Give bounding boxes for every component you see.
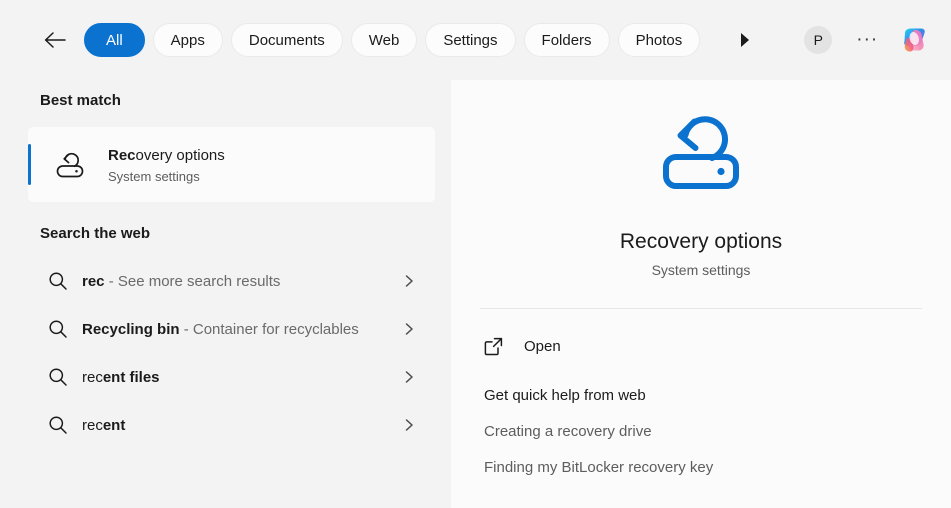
- avatar-initial: P: [814, 32, 823, 48]
- search-icon: [40, 271, 76, 291]
- best-match-title-rest: overy options: [136, 147, 225, 164]
- preview-subtitle: System settings: [451, 262, 951, 278]
- best-match-text: Recovery options System settings: [108, 146, 225, 184]
- web-result-label: recent files: [76, 367, 451, 388]
- copilot-button[interactable]: [898, 23, 932, 57]
- web-result-label: recent: [76, 415, 451, 436]
- search-filter-bar: All Apps Documents Web Settings Folders …: [0, 0, 951, 80]
- filter-tab-photos[interactable]: Photos: [618, 23, 701, 57]
- filter-tab-folders[interactable]: Folders: [524, 23, 610, 57]
- quick-help-heading: Get quick help from web: [451, 387, 951, 404]
- filter-tab-web[interactable]: Web: [351, 23, 418, 57]
- search-results-pane: Best match Recovery options System setti…: [0, 80, 451, 508]
- filter-tab-apps-label: Apps: [171, 32, 205, 49]
- web-result-label: Recycling bin - Container for recyclable…: [76, 319, 451, 340]
- chevron-right-solid-icon: [739, 32, 751, 48]
- filter-tab-web-label: Web: [369, 32, 400, 49]
- web-result-prefix: rec: [82, 369, 103, 386]
- avatar[interactable]: P: [804, 26, 832, 54]
- open-button[interactable]: Open: [451, 331, 951, 361]
- web-result-item[interactable]: recent files: [0, 353, 451, 401]
- chevron-right-icon[interactable]: [403, 370, 415, 384]
- filter-tab-folders-label: Folders: [542, 32, 592, 49]
- chevron-right-icon[interactable]: [403, 418, 415, 432]
- web-result-query: rec: [82, 273, 105, 290]
- web-result-query: ent files: [103, 369, 160, 386]
- web-result-description: - Container for recyclables: [180, 321, 359, 338]
- more-filters-button[interactable]: [730, 25, 760, 55]
- web-result-query: Recycling bin: [82, 321, 180, 338]
- preview-divider: [480, 308, 922, 309]
- preview-title: Recovery options: [451, 230, 951, 254]
- selection-indicator: [28, 144, 31, 185]
- web-result-prefix: rec: [82, 417, 103, 434]
- filter-tab-settings-label: Settings: [443, 32, 497, 49]
- quick-help-link[interactable]: Finding my BitLocker recovery key: [451, 459, 951, 476]
- preview-pane: Recovery options System settings Open Ge…: [451, 80, 951, 508]
- web-result-query: ent: [103, 417, 126, 434]
- quick-help-link[interactable]: Creating a recovery drive: [451, 423, 951, 440]
- filter-tab-apps[interactable]: Apps: [153, 23, 223, 57]
- arrow-left-icon: [44, 31, 66, 49]
- web-result-item[interactable]: Recycling bin - Container for recyclable…: [0, 305, 451, 353]
- search-icon: [40, 415, 76, 435]
- search-icon: [40, 367, 76, 387]
- search-the-web-heading: Search the web: [0, 225, 150, 242]
- filter-tab-documents-label: Documents: [249, 32, 325, 49]
- web-results-list: rec - See more search results Recycling …: [0, 257, 451, 449]
- best-match-result-item[interactable]: Recovery options System settings: [28, 127, 435, 202]
- recovery-drive-icon: [54, 150, 88, 180]
- best-match-title-match: Rec: [108, 147, 136, 164]
- copilot-icon: [899, 24, 931, 56]
- web-result-item[interactable]: recent: [0, 401, 451, 449]
- chevron-right-icon[interactable]: [403, 322, 415, 336]
- web-result-description: - See more search results: [105, 273, 281, 290]
- chevron-right-icon[interactable]: [403, 274, 415, 288]
- filter-tab-all-label: All: [106, 32, 123, 49]
- recovery-drive-icon-blue: [451, 108, 951, 200]
- open-button-label: Open: [524, 338, 561, 355]
- filter-tab-photos-label: Photos: [636, 32, 683, 49]
- best-match-subtitle: System settings: [108, 169, 225, 184]
- filter-tab-documents[interactable]: Documents: [231, 23, 343, 57]
- web-result-label: rec - See more search results: [76, 271, 451, 292]
- best-match-title: Recovery options: [108, 146, 225, 165]
- filter-tab-all[interactable]: All: [84, 23, 145, 57]
- back-button[interactable]: [38, 23, 72, 57]
- filter-tab-settings[interactable]: Settings: [425, 23, 515, 57]
- external-link-icon: [484, 337, 506, 356]
- overflow-menu-label: ···: [856, 29, 878, 51]
- best-match-heading: Best match: [0, 80, 451, 109]
- overflow-menu-button[interactable]: ···: [852, 25, 882, 55]
- web-result-item[interactable]: rec - See more search results: [0, 257, 451, 305]
- search-icon: [40, 319, 76, 339]
